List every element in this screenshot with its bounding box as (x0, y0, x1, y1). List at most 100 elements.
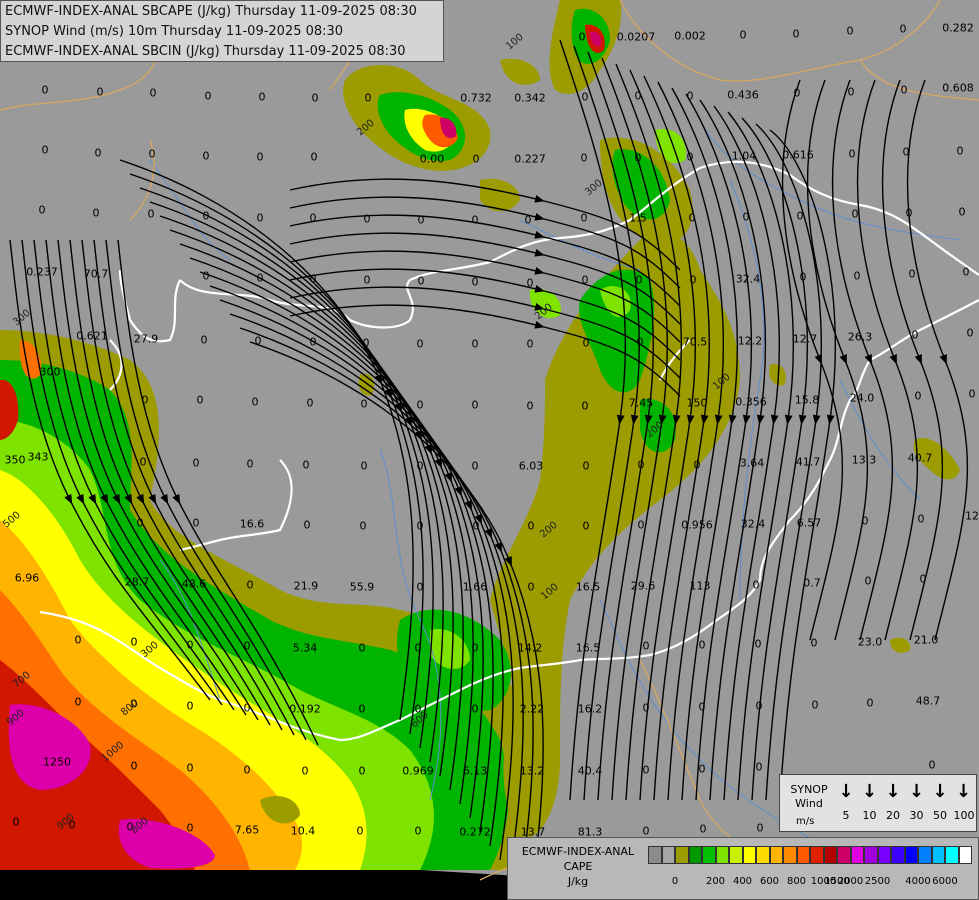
cape-value-label: 0 (141, 393, 149, 407)
synop-legend-units: m/s (796, 816, 815, 827)
cape-value-label: 0 (642, 763, 650, 777)
cape-value-label: 0 (186, 821, 194, 835)
cape-value-label: 12.2 (737, 334, 763, 348)
cape-value-label: 0.732 (460, 91, 492, 105)
cape-value-label: 0 (637, 518, 645, 532)
cape-value-label: 13.3 (851, 453, 877, 467)
cape-value-label: 0.272 (459, 825, 491, 839)
cape-value-label: 0 (811, 698, 819, 712)
cape-value-label: 0 (96, 85, 104, 99)
cape-value-label: 0 (309, 272, 317, 286)
synop-speed-label: 50 (933, 809, 947, 822)
cape-value-label: 0 (634, 89, 642, 103)
cape-value-label: 0 (416, 580, 424, 594)
cape-value-label: 0 (526, 337, 534, 351)
cape-value-label: 0 (472, 519, 480, 533)
synop-speed-label: 5 (842, 809, 850, 822)
cape-value-label: 0 (956, 144, 964, 158)
cape-value-label: 0.616 (782, 148, 814, 162)
cape-color-legend: ECMWF-INDEX-ANAL CAPE J/kg 0 200 400 600 800… (507, 837, 979, 900)
cape-value-label: 0 (414, 641, 422, 655)
cape-value-label: 16.6 (239, 517, 265, 531)
cape-value-label: 113 (689, 579, 711, 593)
cape-value-label: 0 (311, 91, 319, 105)
cape-legend-swatch (945, 846, 959, 864)
cape-legend-swatch (783, 846, 797, 864)
cape-value-label: 16.5 (575, 580, 601, 594)
cape-value-label: 0 (202, 149, 210, 163)
cape-value-label: 0 (689, 273, 697, 287)
cape-value-label: 0 (755, 760, 763, 774)
cape-value-label: 0 (582, 459, 590, 473)
cape-value-label: 0 (309, 335, 317, 349)
cape-value-label: 0 (364, 91, 372, 105)
cape-value-label: 350 (4, 453, 26, 467)
cape-value-label: 70.7 (83, 267, 109, 281)
cape-value-label: 0 (136, 516, 144, 530)
cape-value-label: 0 (742, 210, 750, 224)
cape-legend-swatch (891, 846, 905, 864)
title-sbcin: ECMWF-INDEX-ANAL SBCIN (J/kg) Thursday 1… (5, 44, 406, 59)
cape-value-label: 7.45 (628, 396, 654, 410)
wind-arrow-icon: ↓ (885, 781, 901, 802)
cape-value-label: 0 (637, 458, 645, 472)
cape-value-label: 0 (526, 399, 534, 413)
cape-legend-title: ECMWF-INDEX-ANAL CAPE J/kg (512, 844, 644, 889)
cape-value-label: 0 (472, 152, 480, 166)
cape-value-label: 0 (962, 265, 970, 279)
cape-value-label: 0 (911, 328, 919, 342)
cape-value-label: 0.237 (26, 265, 58, 279)
cape-value-label: 0 (642, 824, 650, 838)
cape-value-label: 0 (899, 22, 907, 36)
cape-value-label: 0 (636, 335, 644, 349)
synop-speed-entry: ↓ 10 (860, 781, 880, 822)
cape-value-label: 0 (471, 275, 479, 289)
cape-value-label: 0 (905, 206, 913, 220)
cape-value-label: 55.9 (349, 580, 375, 594)
synop-speed-entry: ↓ 100 (953, 781, 975, 822)
cape-value-label: 0 (698, 700, 706, 714)
cape-value-label: 0 (186, 699, 194, 713)
cape-legend-swatch (877, 846, 891, 864)
cape-value-label: 1.04 (731, 149, 757, 163)
cape-legend-variable: CAPE (563, 860, 593, 873)
cape-legend-swatch (918, 846, 932, 864)
cape-legend-swatch (958, 846, 972, 864)
cape-value-label: 0 (527, 519, 535, 533)
cape-value-label: 0 (243, 763, 251, 777)
synop-speed-label: 20 (886, 809, 900, 822)
cape-value-label: 0 (471, 337, 479, 351)
wind-arrow-icon: ↓ (955, 781, 972, 802)
cape-value-label: 0 (74, 695, 82, 709)
cape-value-label: 27.9 (133, 332, 159, 346)
synop-speed-label: 10 (862, 809, 877, 822)
synop-speed-label: 100 (953, 809, 975, 822)
cape-value-label: 0 (41, 83, 49, 97)
cape-value-label: 0 (688, 211, 696, 225)
cape-value-label: 0 (853, 269, 861, 283)
cape-value-label: 1250 (43, 755, 71, 769)
cape-value-label: 0 (928, 758, 936, 772)
cape-value-label: 0 (471, 398, 479, 412)
wind-arrow-icon: ↓ (908, 781, 925, 802)
wind-arrow-icon: ↓ (838, 781, 854, 802)
cape-value-label: 0 (908, 267, 916, 281)
cape-value-label: 0 (147, 207, 155, 221)
cape-value-label: 0 (148, 147, 156, 161)
cape-value-label: 0 (693, 458, 701, 472)
map-title-panel: ECMWF-INDEX-ANAL SBCAPE (J/kg) Thursday … (0, 0, 444, 62)
cape-value-label: 7.65 (234, 823, 260, 837)
cape-value-label: 32.4 (740, 517, 766, 531)
cape-value-label: 0 (851, 207, 859, 221)
synop-speed-entry: ↓ 30 (907, 781, 927, 822)
cape-value-label: 0 (526, 276, 534, 290)
cape-value-label: 48.7 (915, 694, 941, 708)
cape-value-label: 0 (686, 89, 694, 103)
cape-value-label: 0 (527, 580, 535, 594)
cape-value-label: 48.6 (181, 577, 207, 591)
cape-value-label: 0.0207 (616, 30, 656, 44)
cape-value-label: 0 (416, 398, 424, 412)
cape-value-label: 0 (416, 337, 424, 351)
cape-legend-swatch (904, 846, 918, 864)
cape-value-label: 0 (634, 151, 642, 165)
